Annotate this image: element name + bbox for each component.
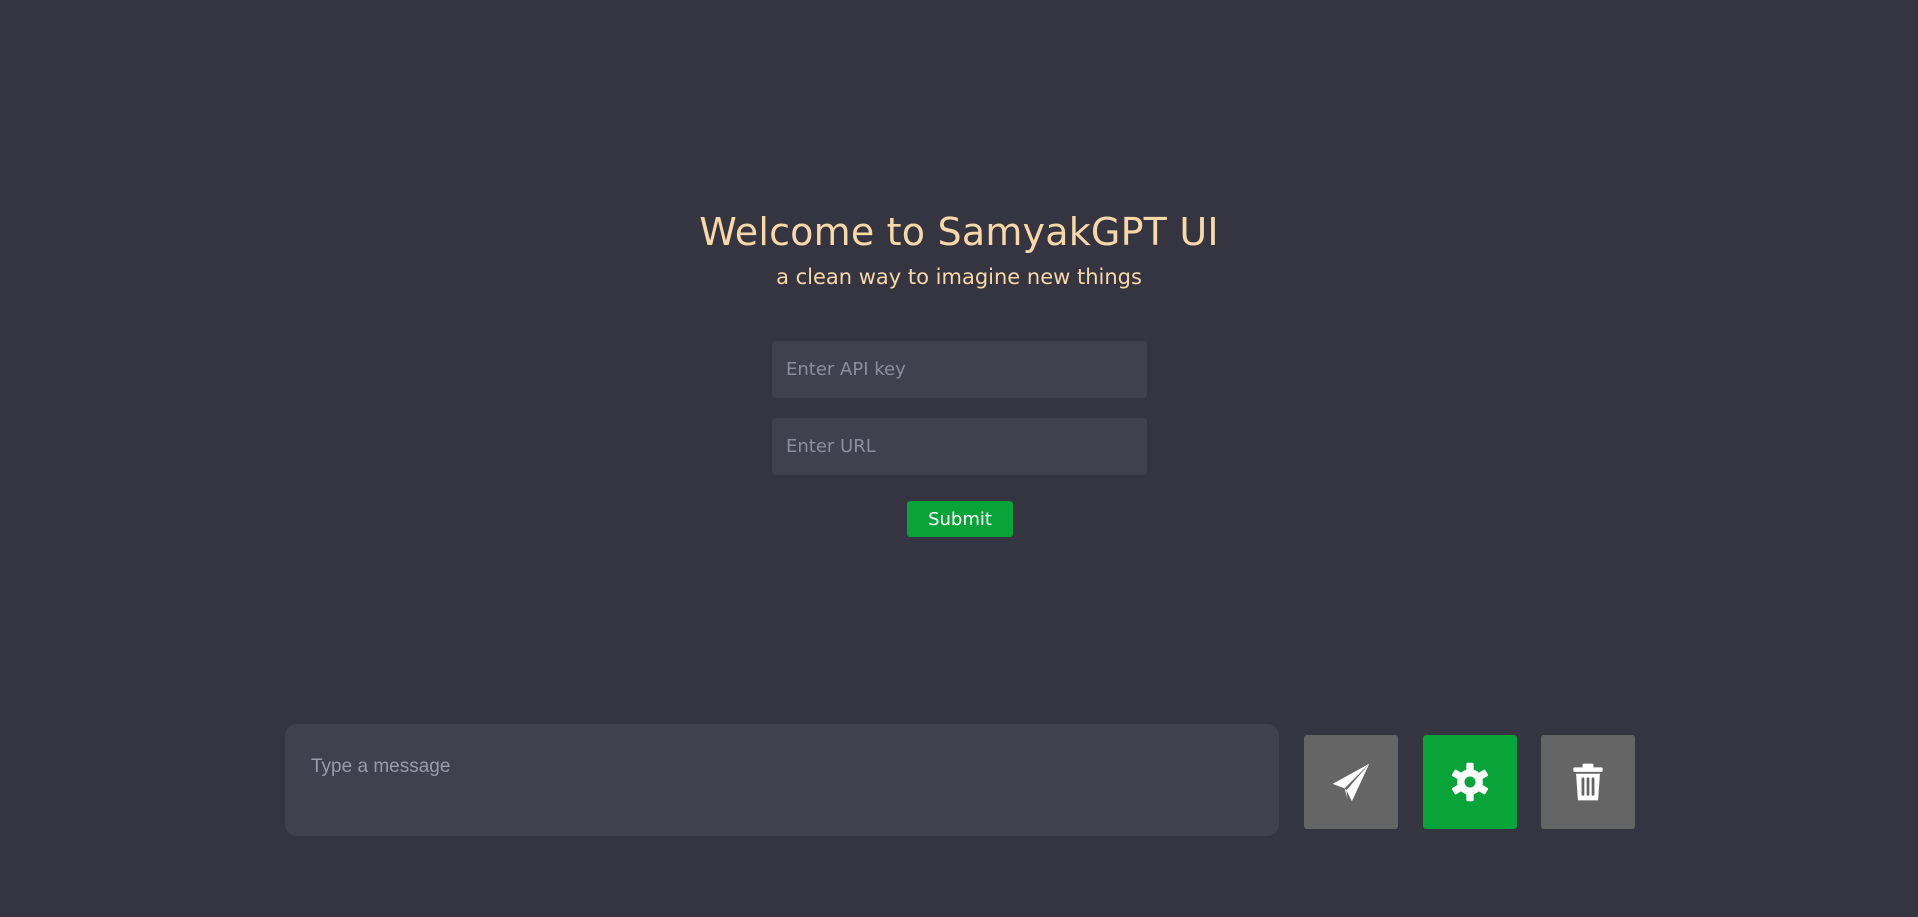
settings-button[interactable] [1423,735,1517,829]
trash-icon [1573,763,1603,801]
message-input[interactable] [285,724,1279,836]
api-key-input[interactable] [772,341,1147,398]
submit-button[interactable]: Submit [907,501,1013,537]
page-subtitle: a clean way to imagine new things [776,265,1142,289]
page-title: Welcome to SamyakGPT UI [699,210,1219,254]
url-input[interactable] [772,418,1147,475]
paper-plane-icon [1332,763,1370,802]
delete-button[interactable] [1541,735,1635,829]
app-page: Welcome to SamyakGPT UI a clean way to i… [0,0,1918,917]
gear-icon [1451,762,1489,802]
send-button[interactable] [1304,735,1398,829]
welcome-header: Welcome to SamyakGPT UI a clean way to i… [0,206,1918,292]
